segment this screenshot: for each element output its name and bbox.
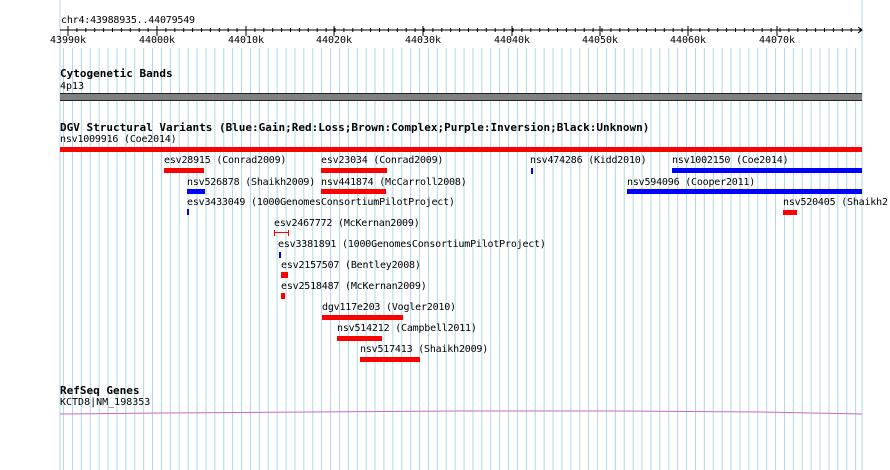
variant-loss-bar[interactable] xyxy=(281,293,285,299)
variant-gain-bar[interactable] xyxy=(672,168,862,173)
ruler-tick-label: 43990k xyxy=(49,35,87,46)
variant-gain-bar[interactable] xyxy=(531,168,533,174)
region-label: chr4:43988935..44079549 xyxy=(61,15,195,26)
variant-loss-bar[interactable] xyxy=(783,210,797,215)
ruler-tick-label: 44030k xyxy=(404,35,442,46)
variant-label[interactable]: esv3381891 (1000GenomesConsortiumPilotPr… xyxy=(278,239,546,251)
variant-label[interactable]: nsv1002150 (Coe2014) xyxy=(672,155,789,167)
variant-label[interactable]: esv2518487 (McKernan2009) xyxy=(281,281,427,293)
cytoband-name: 4p13 xyxy=(60,81,85,92)
variant-label[interactable]: esv2467772 (McKernan2009) xyxy=(274,218,420,230)
variant-loss-bar[interactable] xyxy=(322,315,403,320)
ruler-tick-label: 44010k xyxy=(227,35,265,46)
dgv-track-title[interactable]: DGV Structural Variants (Blue:Gain;Red:L… xyxy=(60,121,649,134)
variant-label[interactable]: dgv117e203 (Vogler2010) xyxy=(322,302,456,314)
variant-loss-bar[interactable] xyxy=(321,168,387,173)
gene-model-line[interactable] xyxy=(60,405,862,417)
ruler-tick-label: 44070k xyxy=(758,35,796,46)
ruler-tick-label: 44060k xyxy=(669,35,707,46)
ruler-tick-label: 44000k xyxy=(138,35,176,46)
variant-label[interactable]: nsv1009916 (Coe2014) xyxy=(60,134,177,146)
variant-label[interactable]: nsv514212 (Campbell2011) xyxy=(337,323,477,335)
variant-label[interactable]: esv23034 (Conrad2009) xyxy=(321,155,443,167)
variant-gain-bar[interactable] xyxy=(627,189,862,194)
variant-label[interactable]: esv3433049 (1000GenomesConsortiumPilotPr… xyxy=(187,197,455,209)
variant-loss-bar[interactable] xyxy=(281,272,288,278)
variant-label[interactable]: nsv520405 (Shaikh2 xyxy=(783,197,888,209)
variant-gain-bar[interactable] xyxy=(187,189,205,194)
variant-label[interactable]: nsv526878 (Shaikh2009) xyxy=(187,177,315,189)
variant-label[interactable]: esv2157507 (Bentley2008) xyxy=(281,260,421,272)
cytoband-track-title[interactable]: Cytogenetic Bands xyxy=(60,67,173,80)
variant-loss-interval[interactable] xyxy=(274,230,289,236)
variant-label[interactable]: nsv441874 (McCarroll2008) xyxy=(321,177,467,189)
ruler-tick-label: 44040k xyxy=(493,35,531,46)
variant-label[interactable]: nsv594096 (Cooper2011) xyxy=(627,177,755,189)
refseq-track-title[interactable]: RefSeq Genes xyxy=(60,384,139,397)
variant-loss-bar[interactable] xyxy=(321,189,386,194)
variant-loss-bar[interactable] xyxy=(337,336,382,341)
variant-loss-bar[interactable] xyxy=(60,147,862,152)
cytoband-bar[interactable] xyxy=(60,93,862,101)
variant-gain-bar[interactable] xyxy=(279,252,281,258)
ruler-tick-label: 44020k xyxy=(315,35,353,46)
variant-label[interactable]: nsv474286 (Kidd2010) xyxy=(530,155,647,167)
variant-label[interactable]: esv28915 (Conrad2009) xyxy=(164,155,286,167)
variant-label[interactable]: nsv517413 (Shaikh2009) xyxy=(360,344,488,356)
variant-loss-bar[interactable] xyxy=(360,357,420,362)
variant-gain-bar[interactable] xyxy=(187,209,189,215)
variant-loss-bar[interactable] xyxy=(164,168,204,173)
ruler-tick-label: 44050k xyxy=(581,35,619,46)
